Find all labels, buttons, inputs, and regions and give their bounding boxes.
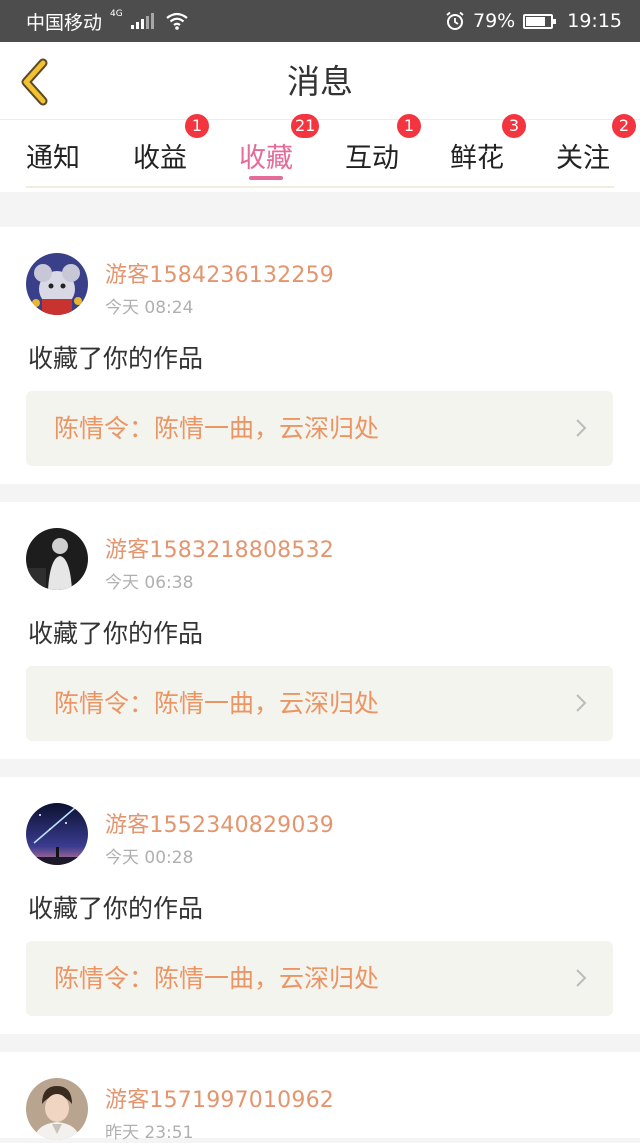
signal-icon — [130, 13, 154, 29]
status-bar: 中国移动 4G 79% 19:15 — [0, 0, 640, 42]
work-link[interactable]: 陈情令：陈情一曲，云深归处 — [26, 391, 613, 466]
tab-notifications[interactable]: 通知 — [26, 120, 80, 190]
username[interactable]: 游客1583218808532 — [105, 532, 334, 564]
tab-label: 收藏 — [239, 142, 293, 174]
user-avatar[interactable] — [26, 1078, 88, 1140]
action-text: 收藏了你的作品 — [28, 619, 204, 648]
tab-label: 关注 — [556, 142, 610, 174]
user-avatar[interactable] — [26, 803, 88, 865]
message-card: 游客1583218808532 今天 06:38 收藏了你的作品 陈情令：陈情一… — [0, 502, 640, 759]
tab-label: 互动 — [345, 142, 399, 174]
work-title: 陈情令：陈情一曲，云深归处 — [54, 414, 380, 443]
page-title: 消息 — [287, 62, 353, 101]
active-tab-indicator — [249, 176, 283, 180]
work-title: 陈情令：陈情一曲，云深归处 — [54, 689, 380, 718]
username[interactable]: 游客1584236132259 — [105, 257, 334, 289]
count-badge: 3 — [502, 114, 526, 138]
portrait-avatar — [26, 1078, 88, 1140]
timestamp: 今天 06:38 — [105, 573, 194, 593]
tab-label: 收益 — [133, 142, 187, 174]
message-card: 游客1552340829039 今天 00:28 收藏了你的作品 陈情令：陈情一… — [0, 777, 640, 1034]
work-title: 陈情令：陈情一曲，云深归处 — [54, 964, 380, 993]
dark-figure-avatar — [26, 528, 88, 590]
message-card: 游客1571997010962 昨天 23:51 — [0, 1052, 640, 1143]
action-text: 收藏了你的作品 — [28, 344, 204, 373]
work-link[interactable]: 陈情令：陈情一曲，云深归处 — [26, 941, 613, 1016]
cartoon-mouse-avatar — [26, 253, 88, 315]
alarm-icon — [446, 11, 464, 30]
count-badge: 21 — [291, 114, 320, 138]
timestamp: 昨天 23:51 — [105, 1123, 194, 1143]
tab-label: 通知 — [26, 142, 80, 174]
tab-label: 鲜花 — [450, 142, 504, 174]
user-avatar[interactable] — [26, 528, 88, 590]
chevron-right-icon — [576, 694, 587, 712]
night-sky-avatar — [26, 803, 88, 865]
user-avatar[interactable] — [26, 253, 88, 315]
header: 消息 — [0, 42, 640, 120]
timestamp: 今天 00:28 — [105, 848, 194, 868]
timestamp: 今天 08:24 — [105, 298, 194, 318]
divider — [0, 188, 640, 192]
wifi-icon — [166, 12, 188, 30]
message-card: 游客1584236132259 今天 08:24 收藏了你的作品 陈情令：陈情一… — [0, 227, 640, 484]
tab-interactions[interactable]: 互动 1 — [345, 114, 421, 190]
count-badge: 1 — [397, 114, 421, 138]
battery-icon — [523, 13, 557, 29]
username[interactable]: 游客1552340829039 — [105, 807, 334, 839]
chevron-right-icon — [576, 969, 587, 987]
battery-percent: 79% — [473, 10, 516, 32]
username[interactable]: 游客1571997010962 — [105, 1082, 334, 1114]
tab-bar: 通知 收益 1 收藏 21 互动 1 鲜花 3 关注 2 — [0, 114, 640, 190]
count-badge: 1 — [185, 114, 209, 138]
tab-earnings[interactable]: 收益 1 — [133, 114, 209, 190]
clock: 19:15 — [567, 10, 622, 32]
count-badge: 2 — [612, 114, 636, 138]
chevron-right-icon — [576, 419, 587, 437]
carrier-label: 中国移动 — [26, 11, 103, 34]
network-type: 4G — [110, 9, 123, 19]
tab-favorites[interactable]: 收藏 21 — [239, 114, 320, 190]
action-text: 收藏了你的作品 — [28, 894, 204, 923]
work-link[interactable]: 陈情令：陈情一曲，云深归处 — [26, 666, 613, 741]
tab-following[interactable]: 关注 2 — [556, 114, 636, 190]
tab-flowers[interactable]: 鲜花 3 — [450, 114, 526, 190]
